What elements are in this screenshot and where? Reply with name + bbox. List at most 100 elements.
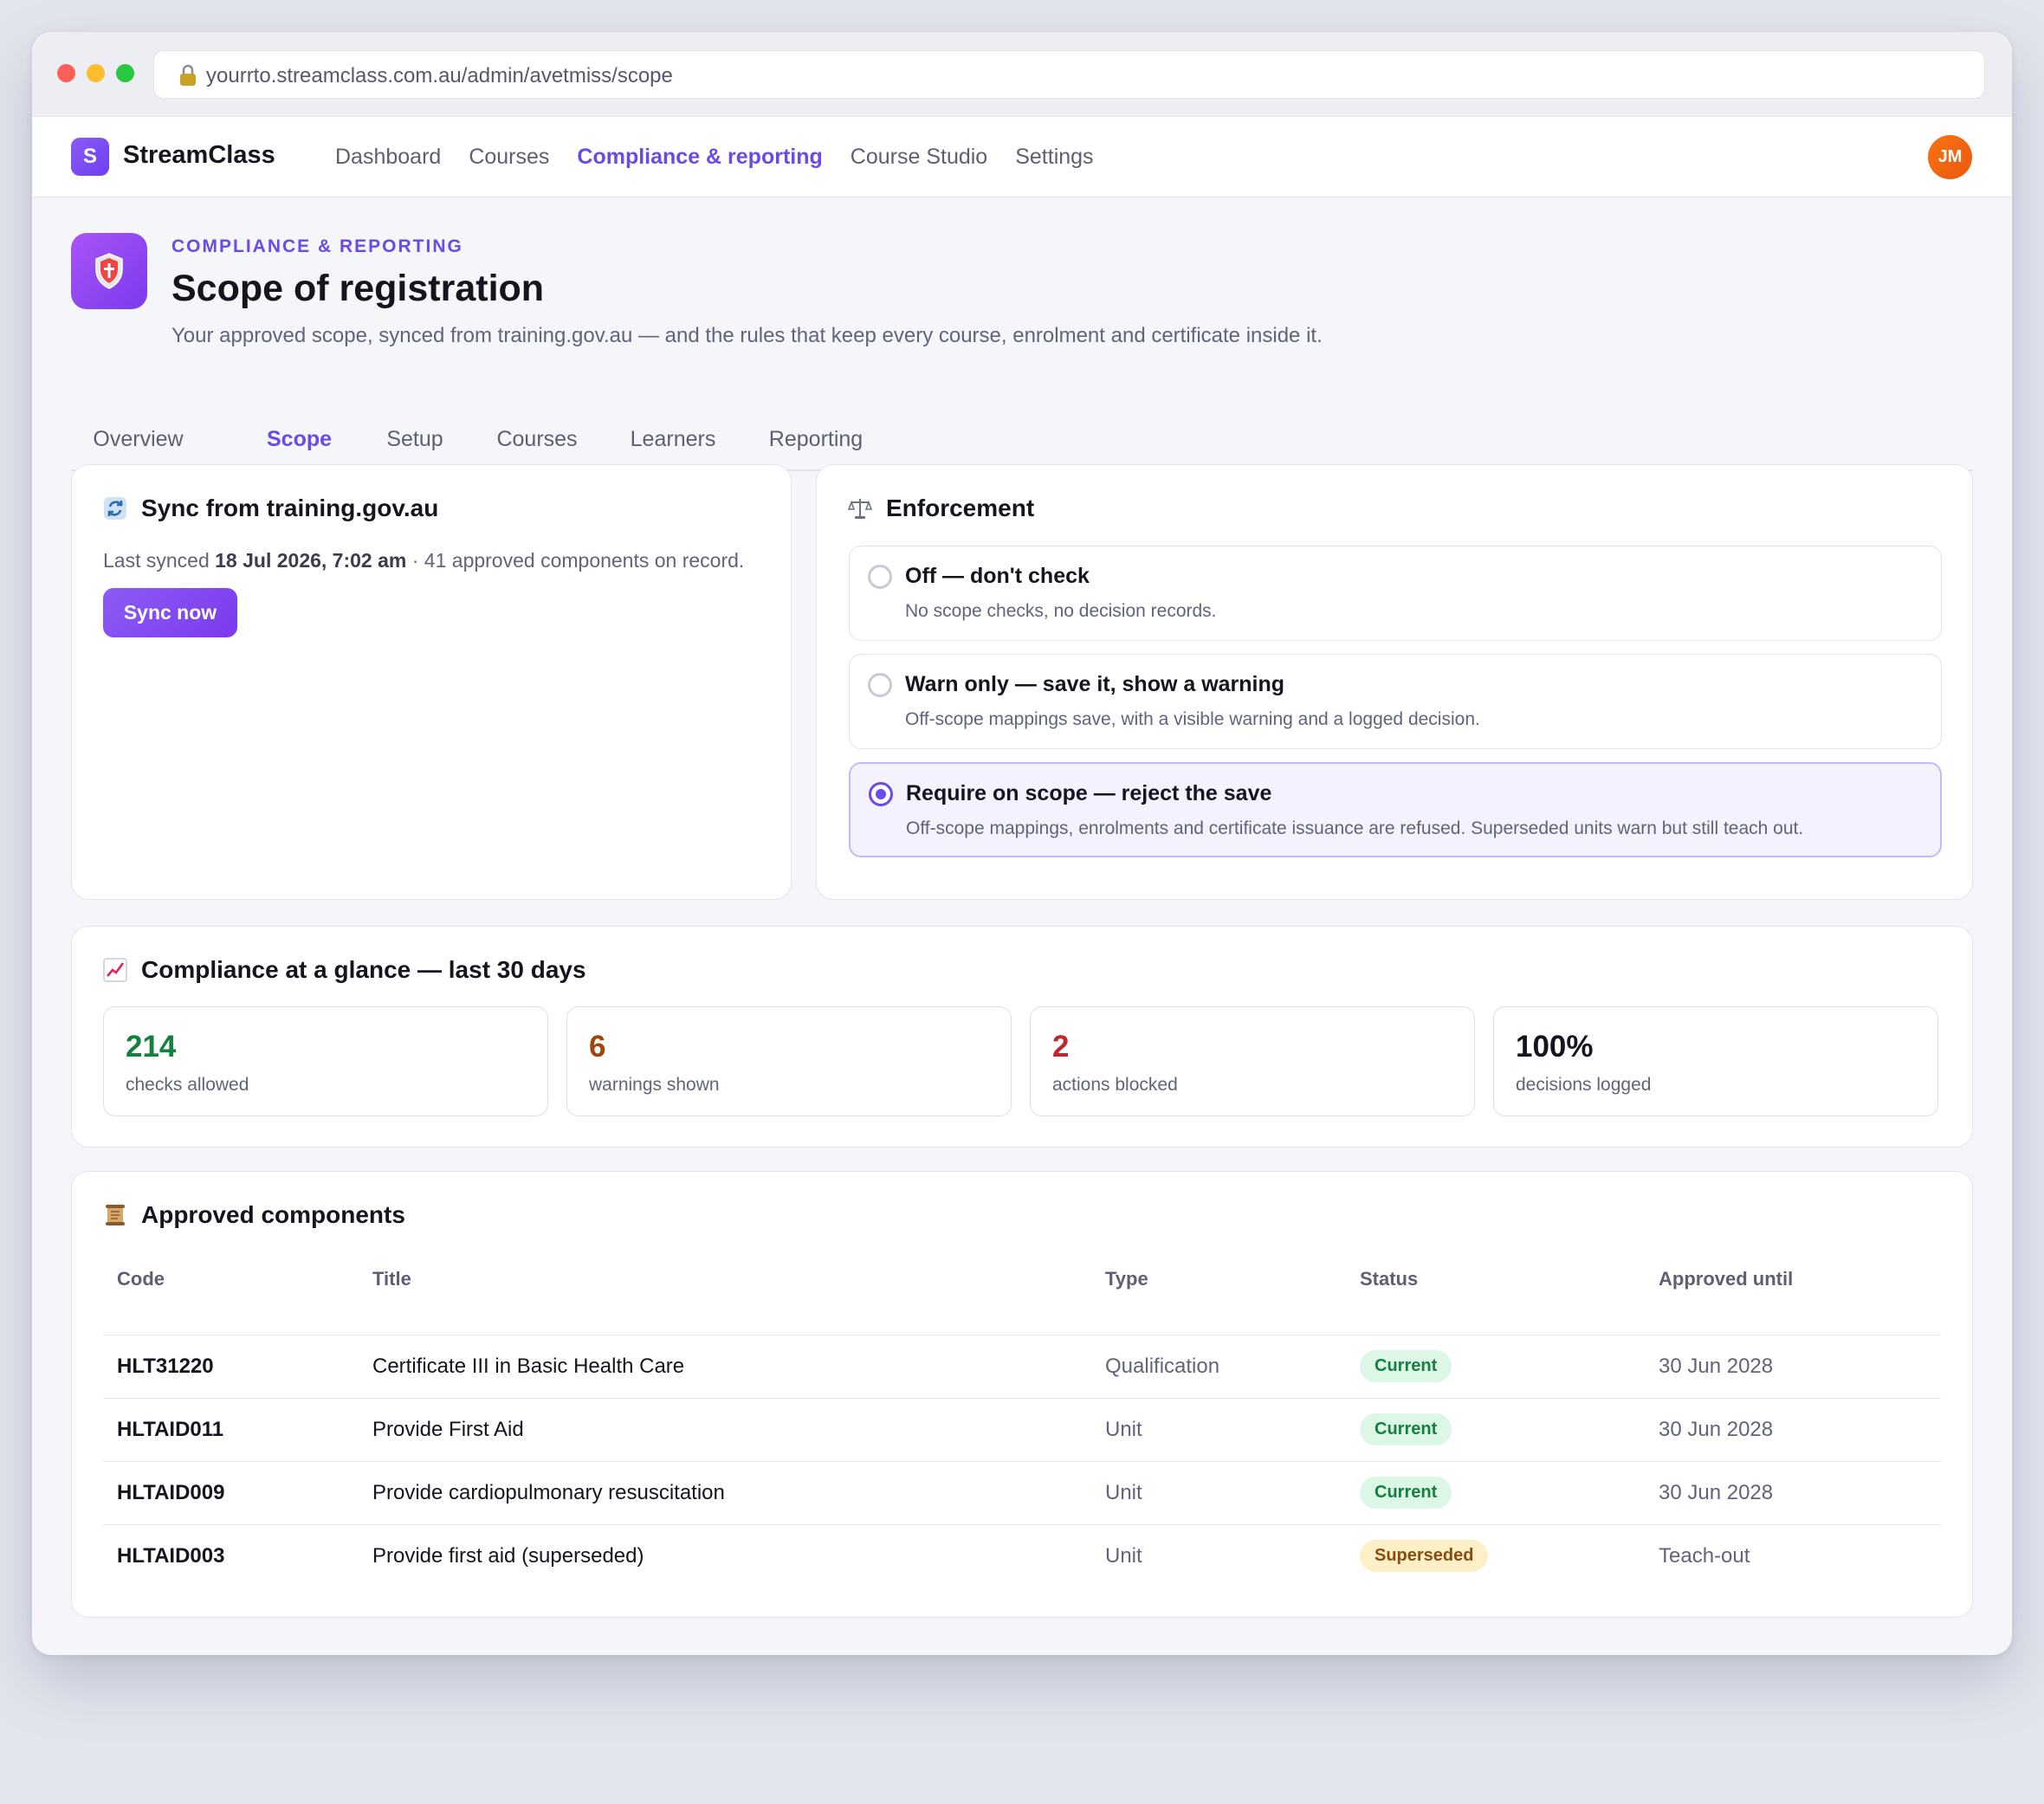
browser-window: yourrto.streamclass.com.au/admin/avetmis… xyxy=(32,32,2012,1655)
stat-value: 100% xyxy=(1516,1030,1594,1064)
glance-title-text: Compliance at a glance — last 30 days xyxy=(141,956,586,983)
nav-settings[interactable]: Settings xyxy=(1015,145,1093,170)
enforcement-option-off[interactable]: Off — don't check No scope checks, no de… xyxy=(849,546,1942,641)
cell-title: Provide first aid (superseded) xyxy=(372,1544,644,1568)
app-header: S StreamClass Dashboard Courses Complian… xyxy=(32,117,2012,197)
address-bar[interactable]: yourrto.streamclass.com.au/admin/avetmis… xyxy=(153,50,1985,99)
section-tabs: Overview Scope Setup Courses Learners Re… xyxy=(71,404,1973,471)
cell-code: HLTAID011 xyxy=(117,1418,224,1441)
cell-title: Certificate III in Basic Health Care xyxy=(372,1355,685,1378)
option-warn-title: Warn only — save it, show a warning xyxy=(905,672,1285,696)
cell-type: Unit xyxy=(1105,1544,1142,1568)
column-header-title[interactable]: Title xyxy=(372,1268,411,1290)
user-avatar[interactable]: JM xyxy=(1928,135,1972,179)
nav-dashboard[interactable]: Dashboard xyxy=(335,145,441,170)
stat-label: actions blocked xyxy=(1052,1075,1178,1095)
enforcement-option-warn[interactable]: Warn only — save it, show a warning Off-… xyxy=(849,654,1942,749)
scroll-icon xyxy=(106,1205,125,1225)
approved-components-card: Approved components Code Title Type Stat… xyxy=(71,1171,1973,1618)
lock-icon xyxy=(180,64,196,86)
status-badge: Current xyxy=(1360,1350,1452,1382)
cell-type: Unit xyxy=(1105,1418,1142,1441)
stat-label: decisions logged xyxy=(1516,1075,1652,1095)
cell-title: Provide First Aid xyxy=(372,1418,524,1441)
table-row[interactable]: HLTAID003 Provide first aid (superseded)… xyxy=(103,1524,1941,1587)
chart-increasing-icon xyxy=(103,958,127,982)
logo-icon[interactable]: S xyxy=(71,138,109,176)
cell-approved-until: Teach-out xyxy=(1659,1544,1750,1568)
page-description: Your approved scope, synced from trainin… xyxy=(171,324,1323,347)
radio-warn[interactable] xyxy=(868,673,892,697)
tab-reporting[interactable]: Reporting xyxy=(751,404,881,471)
maximize-window-button[interactable] xyxy=(116,64,134,82)
stat-warnings-shown: 6 warnings shown xyxy=(566,1006,1012,1116)
option-warn-description: Off-scope mappings save, with a visible … xyxy=(905,709,1480,729)
tab-courses[interactable]: Courses xyxy=(481,404,593,471)
tab-setup[interactable]: Setup xyxy=(372,404,458,471)
nav-course-studio[interactable]: Course Studio xyxy=(851,145,987,170)
option-require-title: Require on scope — reject the save xyxy=(906,781,1272,805)
radio-off[interactable] xyxy=(868,565,892,589)
main-nav: Dashboard Courses Compliance & reporting… xyxy=(335,117,1094,197)
column-header-approved-until[interactable]: Approved until xyxy=(1659,1268,1793,1290)
browser-chrome: yourrto.streamclass.com.au/admin/avetmis… xyxy=(32,32,2012,117)
cell-type: Unit xyxy=(1105,1481,1142,1504)
last-synced-time: 18 Jul 2026, 7:02 am xyxy=(215,549,407,572)
stat-value: 6 xyxy=(589,1030,606,1064)
option-off-title: Off — don't check xyxy=(905,564,1090,588)
sync-card-title: Sync from training.gov.au xyxy=(103,495,438,522)
cell-code: HLTAID009 xyxy=(117,1481,225,1504)
stat-decisions-logged: 100% decisions logged xyxy=(1493,1006,1938,1116)
enforcement-card-title: Enforcement xyxy=(848,495,1034,522)
enforcement-option-require[interactable]: Require on scope — reject the save Off-s… xyxy=(849,762,1942,857)
close-window-button[interactable] xyxy=(57,64,75,82)
stat-value: 2 xyxy=(1052,1030,1070,1064)
table-row[interactable]: HLT31220 Certificate III in Basic Health… xyxy=(103,1335,1941,1398)
enforcement-title-text: Enforcement xyxy=(886,495,1035,521)
brand-name[interactable]: StreamClass xyxy=(123,141,275,170)
scales-icon xyxy=(848,499,872,519)
compliance-glance-card: Compliance at a glance — last 30 days 21… xyxy=(71,926,1973,1148)
minimize-window-button[interactable] xyxy=(87,64,105,82)
sync-title-text: Sync from training.gov.au xyxy=(141,495,439,521)
tab-learners[interactable]: Learners xyxy=(612,404,734,471)
stat-value: 214 xyxy=(126,1030,177,1064)
column-header-code[interactable]: Code xyxy=(117,1268,165,1290)
glance-card-title: Compliance at a glance — last 30 days xyxy=(103,956,586,984)
column-header-type[interactable]: Type xyxy=(1105,1268,1148,1290)
tab-overview[interactable]: Overview xyxy=(71,404,205,471)
sync-card: Sync from training.gov.au Last synced 18… xyxy=(71,464,792,900)
option-require-description: Off-scope mappings, enrolments and certi… xyxy=(906,818,1804,838)
stat-actions-blocked: 2 actions blocked xyxy=(1030,1006,1475,1116)
cell-approved-until: 30 Jun 2028 xyxy=(1659,1418,1774,1441)
radio-require[interactable] xyxy=(869,782,893,806)
stat-checks-allowed: 214 checks allowed xyxy=(103,1006,548,1116)
table-row[interactable]: HLTAID009 Provide cardiopulmonary resusc… xyxy=(103,1461,1941,1524)
sync-meta-suffix: · 41 approved components on record. xyxy=(406,549,745,572)
status-badge: Current xyxy=(1360,1413,1452,1445)
enforcement-card: Enforcement Off — don't check No scope c… xyxy=(816,464,1973,900)
table-row[interactable]: HLTAID011 Provide First Aid Unit Current… xyxy=(103,1398,1941,1461)
sync-status: Last synced 18 Jul 2026, 7:02 am · 41 ap… xyxy=(103,549,744,572)
cell-approved-until: 30 Jun 2028 xyxy=(1659,1481,1774,1504)
status-badge: Superseded xyxy=(1360,1540,1489,1572)
option-off-description: No scope checks, no decision records. xyxy=(905,601,1217,621)
page-title: Scope of registration xyxy=(171,268,545,309)
sync-now-button[interactable]: Sync now xyxy=(103,588,237,637)
cell-code: HLT31220 xyxy=(117,1355,214,1378)
refresh-icon xyxy=(104,497,126,520)
tab-scope[interactable]: Scope xyxy=(244,404,354,471)
shield-icon xyxy=(71,233,147,309)
nav-compliance-reporting[interactable]: Compliance & reporting xyxy=(577,145,822,170)
page-eyebrow: COMPLIANCE & REPORTING xyxy=(171,236,463,256)
url-text: yourrto.streamclass.com.au/admin/avetmis… xyxy=(206,64,673,87)
column-header-status[interactable]: Status xyxy=(1360,1268,1418,1290)
status-badge: Current xyxy=(1360,1477,1452,1509)
components-title-text: Approved components xyxy=(141,1201,405,1228)
cell-approved-until: 30 Jun 2028 xyxy=(1659,1355,1774,1378)
nav-courses[interactable]: Courses xyxy=(469,145,549,170)
components-card-title: Approved components xyxy=(103,1201,405,1229)
cell-code: HLTAID003 xyxy=(117,1544,225,1568)
stat-label: checks allowed xyxy=(126,1075,249,1095)
sync-meta-prefix: Last synced xyxy=(103,549,216,572)
